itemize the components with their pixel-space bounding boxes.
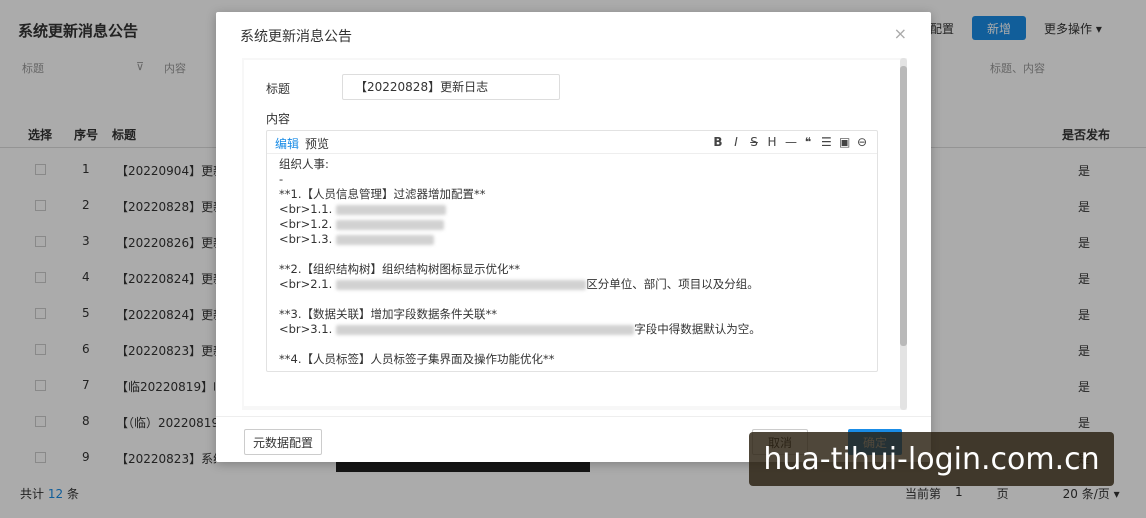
redacted-text bbox=[336, 219, 445, 230]
list-icon[interactable]: ☰ bbox=[821, 135, 832, 149]
horizontal-rule-icon[interactable]: — bbox=[785, 135, 797, 149]
metadata-config-button[interactable]: 元数据配置 bbox=[244, 429, 322, 455]
form-card: 标题 【20220828】更新日志 内容 编辑 预览 B I S H — ❝ ☰… bbox=[244, 60, 903, 406]
editor-divider bbox=[267, 153, 877, 154]
line-text: <br>1.1. bbox=[279, 202, 333, 216]
content-label: 内容 bbox=[266, 112, 291, 126]
editor-line: - bbox=[279, 172, 284, 186]
redacted-text bbox=[336, 279, 587, 290]
line-text: <br>2.1. bbox=[279, 277, 333, 291]
editor-line: **4.【人员标签】人员标签子集界面及操作功能优化** bbox=[279, 352, 555, 366]
editor-line: 组织人事: bbox=[279, 157, 329, 171]
tab-preview[interactable]: 预览 bbox=[305, 135, 329, 152]
announcement-modal: 系统更新消息公告 × 标题 【20220828】更新日志 内容 编辑 预览 B … bbox=[216, 12, 931, 462]
modal-body: 标题 【20220828】更新日志 内容 编辑 预览 B I S H — ❝ ☰… bbox=[242, 58, 907, 410]
editor-line: <br>1.1. bbox=[279, 202, 869, 217]
heading-icon[interactable]: H bbox=[767, 135, 777, 149]
title-input[interactable]: 【20220828】更新日志 bbox=[342, 74, 560, 100]
redacted-text bbox=[336, 324, 635, 335]
tab-edit[interactable]: 编辑 bbox=[275, 135, 299, 152]
more-icon[interactable]: ⊖ bbox=[857, 135, 867, 149]
bold-icon[interactable]: B bbox=[713, 135, 723, 149]
editor-line: **2.【组织结构树】组织结构树图标显示优化** bbox=[279, 262, 520, 276]
editor-line: <br>1.2. bbox=[279, 217, 869, 232]
editor-toolbar: B I S H — ❝ ☰ ▣ ⊖ bbox=[713, 135, 867, 149]
editor-textarea[interactable]: 组织人事: - **1.【人员信息管理】过滤器增加配置** <br>1.1. <… bbox=[279, 157, 869, 369]
strikethrough-icon[interactable]: S bbox=[749, 135, 759, 149]
line-tail-text: 字段中得数据默认为空。 bbox=[634, 322, 761, 336]
editor-line: **1.【人员信息管理】过滤器增加配置** bbox=[279, 187, 486, 201]
editor-line: <br>3.1. 字段中得数据默认为空。 bbox=[279, 322, 869, 337]
modal-scrollbar[interactable] bbox=[900, 58, 907, 410]
watermark: hua-tihui-login.com.cn bbox=[749, 432, 1114, 486]
line-tail-text: 区分单位、部门、项目以及分组。 bbox=[586, 277, 759, 291]
close-icon[interactable]: × bbox=[894, 24, 907, 43]
editor-tabs: 编辑 预览 bbox=[275, 135, 329, 152]
line-text: <br>3.1. bbox=[279, 322, 333, 336]
line-text: <br>1.3. bbox=[279, 232, 333, 246]
image-icon[interactable]: ▣ bbox=[839, 135, 850, 149]
title-label: 标题 bbox=[266, 82, 291, 96]
line-text: <br>1.2. bbox=[279, 217, 333, 231]
editor-line: <br>2.1. 区分单位、部门、项目以及分组。 bbox=[279, 277, 869, 292]
editor-line: <br>1.3. bbox=[279, 232, 869, 247]
redacted-text bbox=[336, 204, 447, 215]
markdown-editor[interactable]: 编辑 预览 B I S H — ❝ ☰ ▣ ⊖ 组织人事: - **1.【人员信… bbox=[266, 130, 878, 372]
quote-icon[interactable]: ❝ bbox=[803, 135, 813, 149]
modal-title: 系统更新消息公告 bbox=[240, 29, 352, 45]
italic-icon[interactable]: I bbox=[731, 135, 741, 149]
scrollbar-thumb[interactable] bbox=[900, 66, 907, 346]
editor-line: **3.【数据关联】增加字段数据条件关联** bbox=[279, 307, 497, 321]
redacted-text bbox=[336, 234, 435, 245]
